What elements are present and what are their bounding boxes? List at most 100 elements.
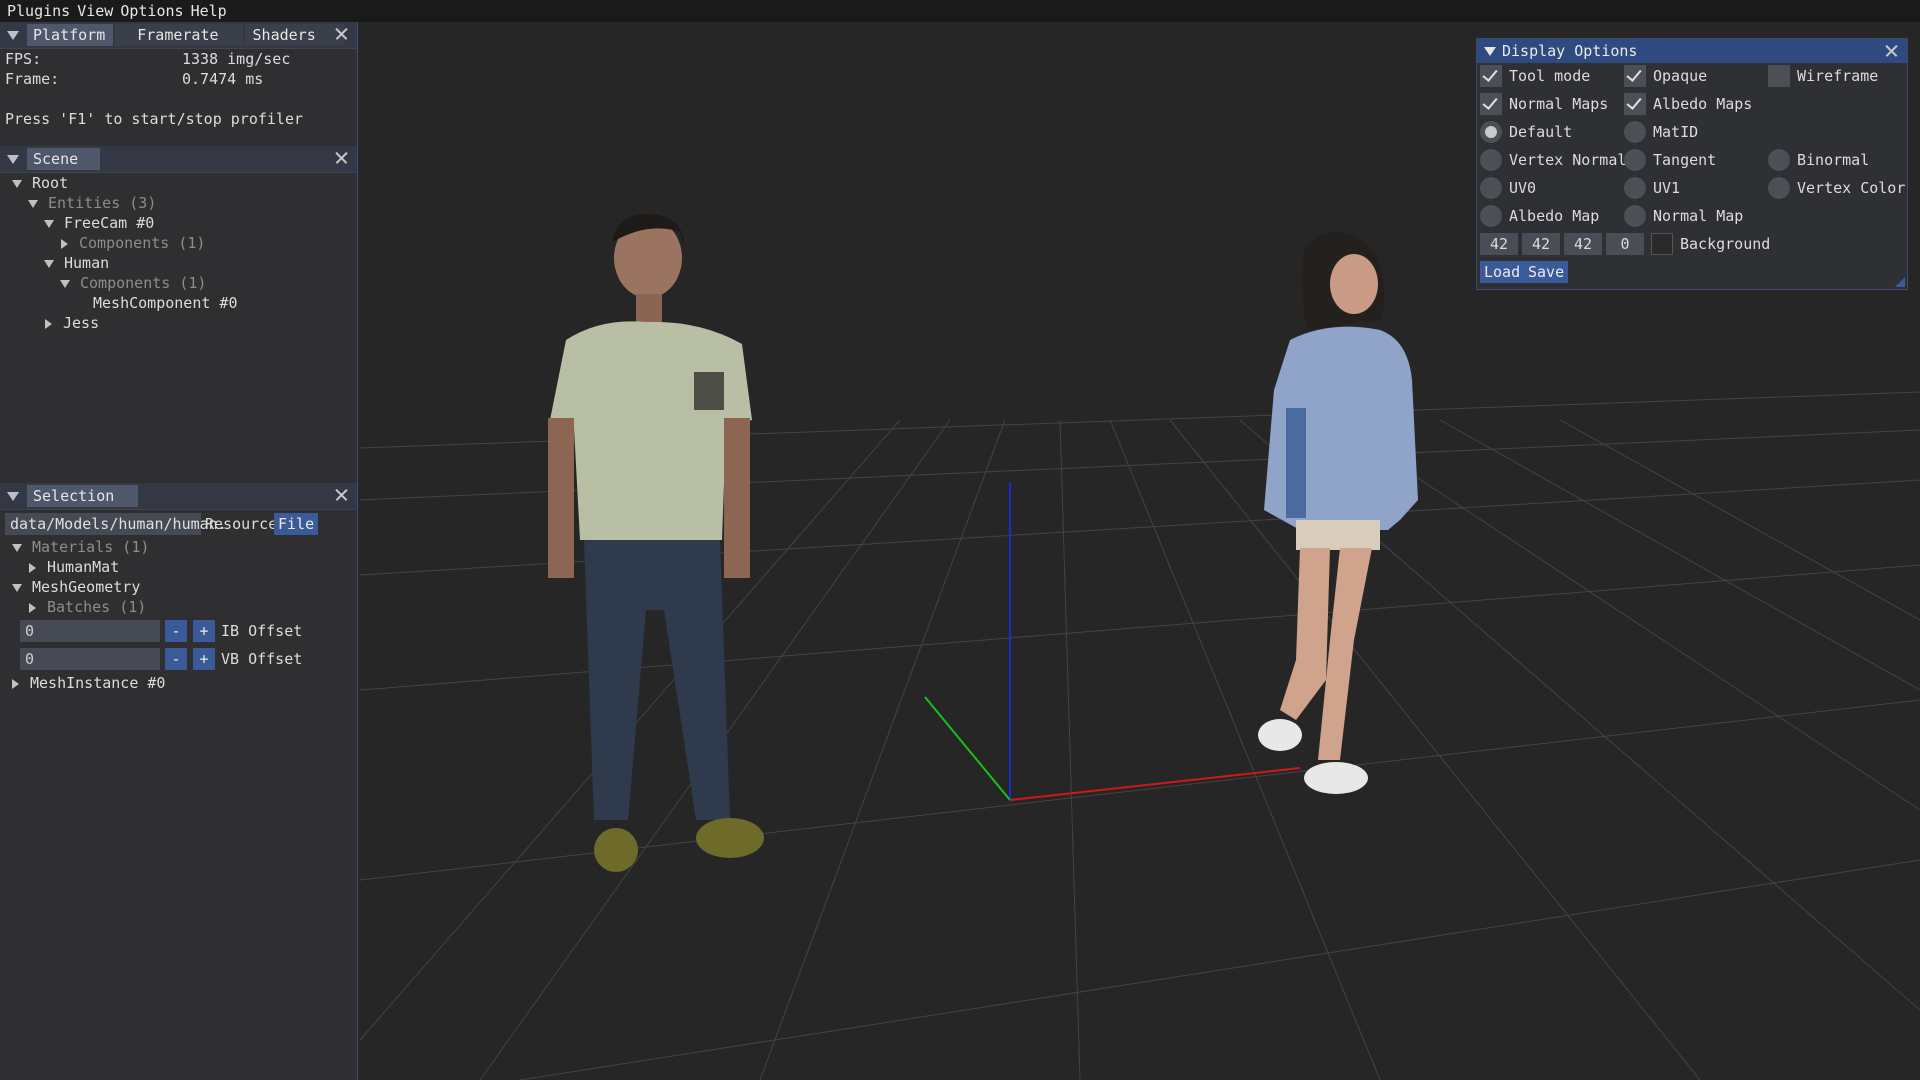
radio-icon <box>1624 121 1646 143</box>
radio-icon <box>1624 149 1646 171</box>
close-icon[interactable] <box>1883 42 1901 60</box>
radio-uv0[interactable]: UV0 <box>1480 177 1536 199</box>
tree-node-entities[interactable]: Entities (3) <box>28 193 156 213</box>
radio-icon <box>1624 177 1646 199</box>
radio-normal-map[interactable]: Normal Map <box>1624 205 1743 227</box>
resize-grip-icon[interactable] <box>1895 277 1905 287</box>
profiler-panel: Platform Framerate Shaders FPS: 1338 img… <box>0 22 358 147</box>
tree-node-root[interactable]: Root <box>12 173 68 193</box>
tab-framerate[interactable]: Framerate <box>115 24 243 46</box>
radio-uv1[interactable]: UV1 <box>1624 177 1680 199</box>
expanded-arrow-icon <box>44 219 54 228</box>
background-a-input[interactable]: 0 <box>1606 233 1644 255</box>
expanded-arrow-icon <box>12 179 22 188</box>
tab-platform[interactable]: Platform <box>27 24 114 46</box>
radio-icon <box>1624 205 1646 227</box>
collapsed-arrow-icon <box>12 678 19 689</box>
selection-titlebar: Selection <box>0 483 357 510</box>
checkbox-icon <box>1480 65 1502 87</box>
radio-vertex-normal[interactable]: Vertex Normal <box>1480 149 1626 171</box>
tree-node-human[interactable]: Human <box>44 253 109 273</box>
radio-icon <box>1480 149 1502 171</box>
radio-binormal[interactable]: Binormal <box>1768 149 1869 171</box>
checkbox-albedo-maps[interactable]: Albedo Maps <box>1624 93 1752 115</box>
radio-vertex-color[interactable]: Vertex Color <box>1768 177 1905 199</box>
resource-label: Resource <box>205 515 278 533</box>
resource-path-field[interactable]: data/Models/human/human. <box>5 513 227 535</box>
scene-titlebar: Scene <box>0 146 357 173</box>
close-icon[interactable] <box>333 25 351 43</box>
radio-matid[interactable]: MatID <box>1624 121 1698 143</box>
ib-offset-input[interactable]: 0 <box>20 620 160 642</box>
tree-node-human-mat[interactable]: HumanMat <box>29 557 119 577</box>
collapse-arrow-icon[interactable] <box>1484 46 1496 56</box>
collapse-arrow-icon[interactable] <box>7 30 19 40</box>
menu-plugins[interactable]: Plugins <box>0 2 75 20</box>
radio-icon <box>1768 177 1790 199</box>
tree-node-mesh-component[interactable]: MeshComponent #0 <box>93 293 238 313</box>
tree-node-materials[interactable]: Materials (1) <box>12 537 149 557</box>
close-icon[interactable] <box>333 149 351 167</box>
checkbox-tool-mode[interactable]: Tool mode <box>1480 65 1590 87</box>
background-b-input[interactable]: 42 <box>1564 233 1602 255</box>
vb-increment-button[interactable]: + <box>193 648 215 670</box>
collapsed-arrow-icon <box>61 238 68 249</box>
selection-panel: Selection data/Models/human/human. Resou… <box>0 483 358 1080</box>
frame-value: 0.7474 ms <box>182 70 264 88</box>
load-button[interactable]: Load <box>1480 261 1525 283</box>
checkbox-icon <box>1624 93 1646 115</box>
expanded-arrow-icon <box>44 259 54 268</box>
tree-node-batches[interactable]: Batches (1) <box>29 597 146 617</box>
expanded-arrow-icon <box>12 543 22 552</box>
radio-tangent[interactable]: Tangent <box>1624 149 1716 171</box>
menu-view[interactable]: View <box>75 2 118 20</box>
background-g-input[interactable]: 42 <box>1522 233 1560 255</box>
ib-decrement-button[interactable]: - <box>165 620 187 642</box>
fps-value: 1338 img/sec <box>182 50 291 68</box>
menu-options[interactable]: Options <box>118 2 188 20</box>
checkbox-wireframe[interactable]: Wireframe <box>1768 65 1878 87</box>
radio-icon <box>1768 149 1790 171</box>
checkbox-opaque[interactable]: Opaque <box>1624 65 1707 87</box>
display-options-titlebar[interactable]: Display Options <box>1477 39 1907 63</box>
tree-node-jess[interactable]: Jess <box>45 313 99 333</box>
checkbox-icon <box>1480 93 1502 115</box>
selection-title: Selection <box>27 485 139 507</box>
vb-decrement-button[interactable]: - <box>165 648 187 670</box>
tab-shaders[interactable]: Shaders <box>244 24 344 46</box>
collapsed-arrow-icon <box>45 318 52 329</box>
tree-node-freecam-components[interactable]: Components (1) <box>61 233 205 253</box>
profiler-titlebar: Platform Framerate Shaders <box>0 22 357 49</box>
close-icon[interactable] <box>333 486 351 504</box>
vb-offset-label: VB Offset <box>221 650 303 668</box>
radio-icon <box>1480 121 1502 143</box>
radio-default[interactable]: Default <box>1480 121 1572 143</box>
collapse-arrow-icon[interactable] <box>7 491 19 501</box>
collapse-arrow-icon[interactable] <box>7 154 19 164</box>
scene-title: Scene <box>27 148 101 170</box>
menu-help[interactable]: Help <box>189 2 232 20</box>
tree-node-human-components[interactable]: Components (1) <box>60 273 206 293</box>
tree-node-mesh-instance[interactable]: MeshInstance #0 <box>12 673 165 693</box>
save-button[interactable]: Save <box>1524 261 1569 283</box>
fps-label: FPS: <box>5 50 42 68</box>
ib-offset-label: IB Offset <box>221 622 303 640</box>
display-options-title: Display Options <box>1502 42 1638 60</box>
menu-bar: Plugins View Options Help <box>0 0 1920 22</box>
background-label: Background <box>1680 235 1771 253</box>
checkbox-normal-maps[interactable]: Normal Maps <box>1480 93 1608 115</box>
file-button[interactable]: File <box>274 513 319 535</box>
vb-offset-input[interactable]: 0 <box>20 648 160 670</box>
background-r-input[interactable]: 42 <box>1480 233 1518 255</box>
radio-albedo-map[interactable]: Albedo Map <box>1480 205 1599 227</box>
tree-node-mesh-geometry[interactable]: MeshGeometry <box>12 577 140 597</box>
scene-panel: Scene Root Entities (3) FreeCam #0 Compo… <box>0 146 358 484</box>
checkbox-icon <box>1624 65 1646 87</box>
tree-node-freecam[interactable]: FreeCam #0 <box>44 213 154 233</box>
radio-icon <box>1480 177 1502 199</box>
frame-label: Frame: <box>5 70 60 88</box>
collapsed-arrow-icon <box>29 562 36 573</box>
background-color-swatch[interactable] <box>1651 233 1673 255</box>
collapsed-arrow-icon <box>29 602 36 613</box>
ib-increment-button[interactable]: + <box>193 620 215 642</box>
